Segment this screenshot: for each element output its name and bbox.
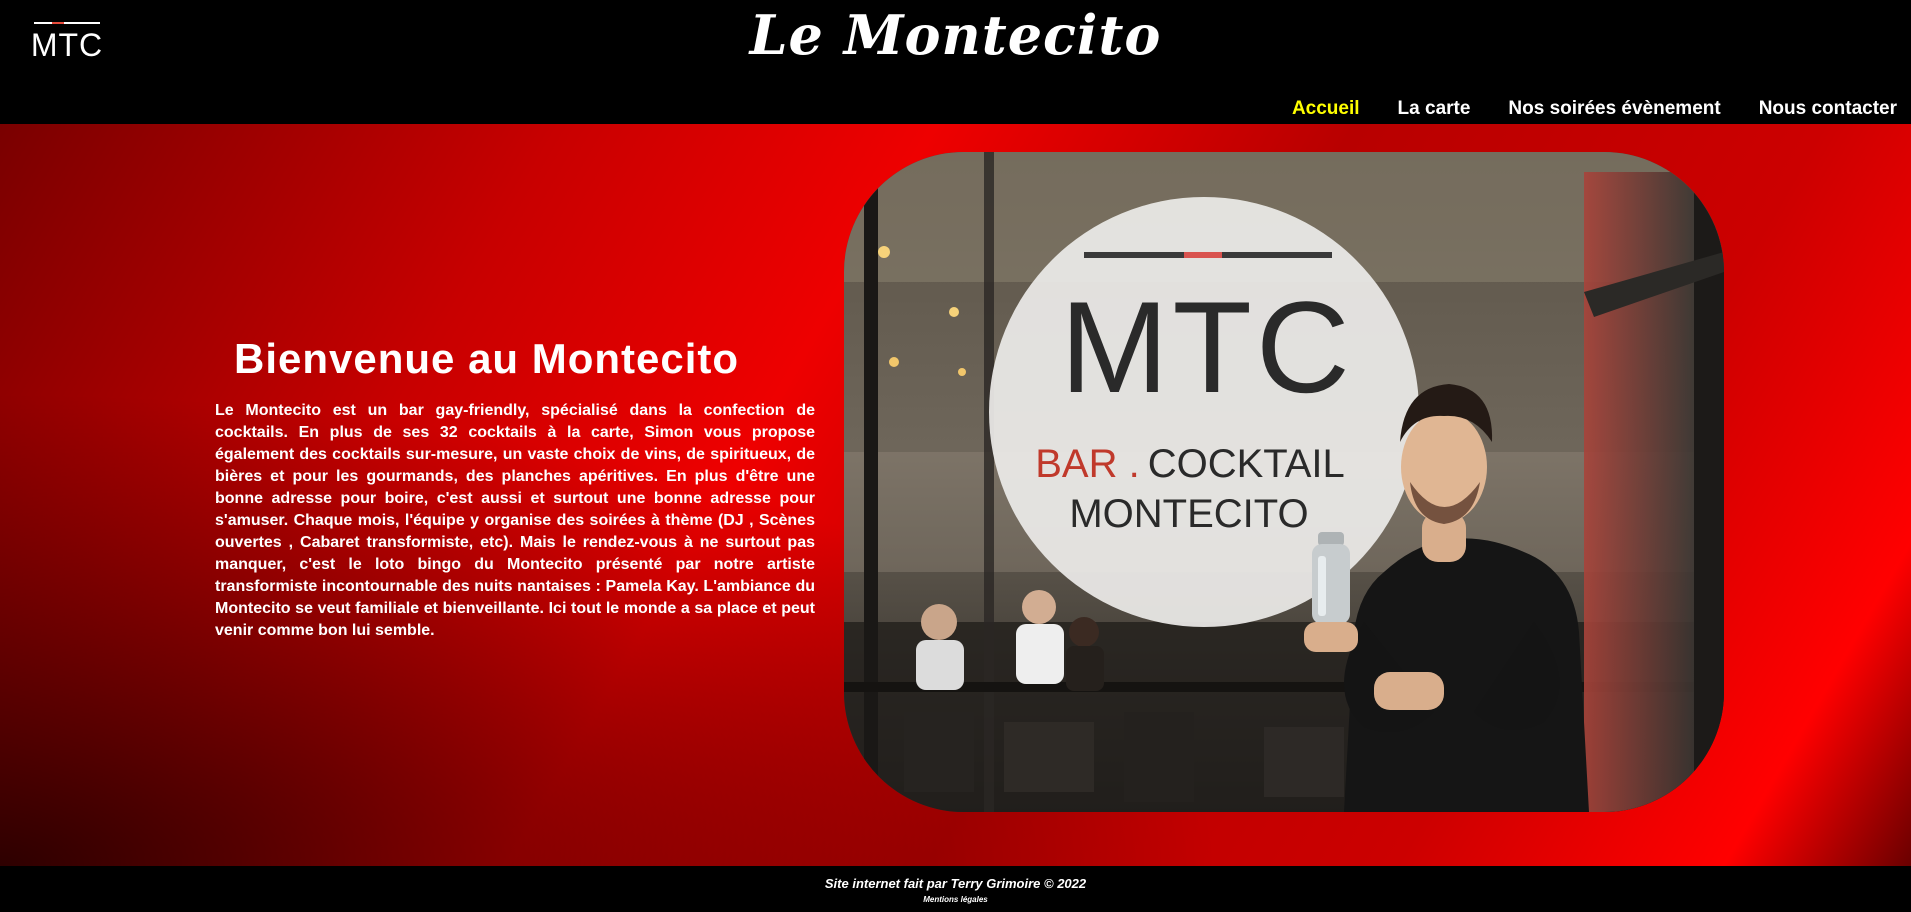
sign-line2: MONTECITO	[1069, 492, 1308, 536]
site-header: MTC Le Montecito Accueil La carte Nos so…	[0, 0, 1911, 124]
site-title: Le Montecito	[749, 3, 1162, 67]
main-nav: Accueil La carte Nos soirées évènement N…	[1292, 96, 1897, 122]
legal-notice-link[interactable]: Mentions légales	[0, 894, 1911, 906]
sign-logo: MTC	[1060, 274, 1354, 420]
sign-line1: BAR . COCKTAIL	[1035, 442, 1345, 486]
page-title: Bienvenue au Montecito	[234, 335, 740, 382]
nav-item-accueil[interactable]: Accueil	[1292, 96, 1360, 122]
nav-item-soirees[interactable]: Nos soirées évènement	[1508, 96, 1720, 122]
site-footer: Site internet fait par Terry Grimoire © …	[0, 866, 1911, 912]
hero-section: Bienvenue au Montecito Le Montecito est …	[0, 124, 1911, 866]
nav-item-la-carte[interactable]: La carte	[1398, 96, 1471, 122]
intro-text: Le Montecito est un bar gay-friendly, sp…	[215, 402, 815, 639]
footer-credit: Site internet fait par Terry Grimoire © …	[824, 876, 1087, 891]
bar-photo: MTC BAR . COCKTAIL MONTECITO	[844, 152, 1724, 812]
nav-item-contact[interactable]: Nous contacter	[1759, 96, 1897, 122]
